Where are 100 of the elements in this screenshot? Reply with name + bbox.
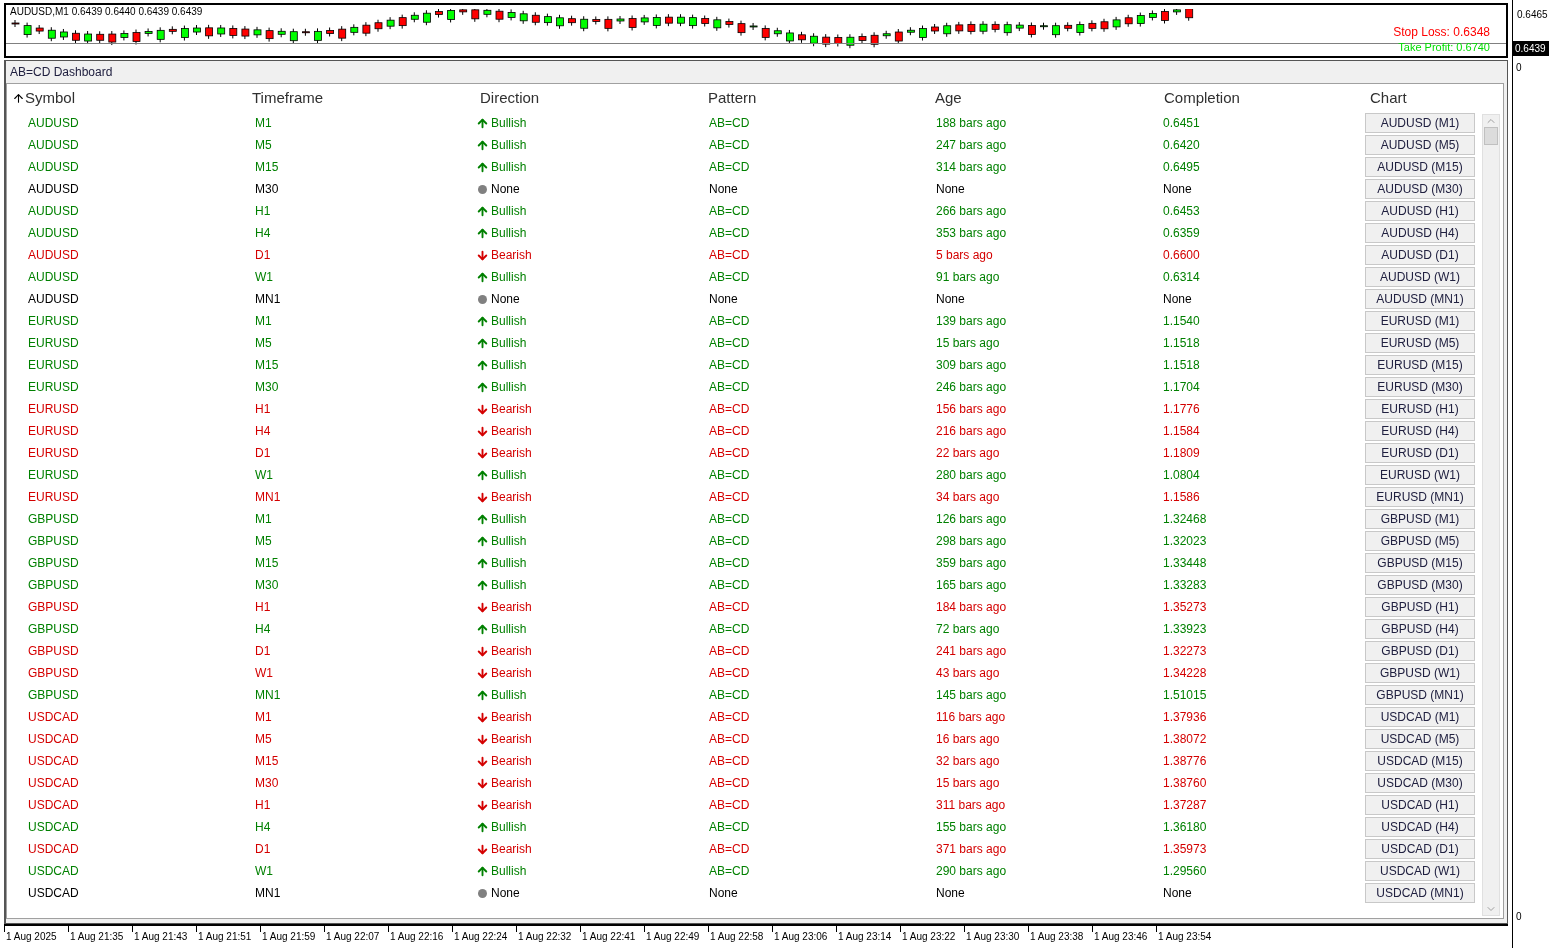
direction-cell-text: Bullish [491,225,527,242]
chart-button[interactable]: AUDUSD (MN1) [1365,289,1475,309]
chart-title: AUDUSD,M1 0.6439 0.6440 0.6439 0.6439 [10,6,203,18]
column-header[interactable]: Timeframe [252,86,324,110]
sort-arrow-icon [12,91,25,105]
time-label: 1 Aug 23:54 [1158,931,1212,943]
chart-button[interactable]: AUDUSD (W1) [1365,267,1475,287]
direction-cell-text: Bullish [491,159,527,176]
chart-button[interactable]: AUDUSD (D1) [1365,245,1475,265]
column-header[interactable]: Age [935,86,962,110]
pattern-cell-text: AB=CD [709,335,751,352]
completion-cell-text: 1.33448 [1163,555,1208,572]
time-label: 1 Aug 2025 [6,931,57,943]
chart-button[interactable]: AUDUSD (M5) [1365,135,1475,155]
direction-cell-text: Bullish [491,863,527,880]
chart-button[interactable]: EURUSD (M15) [1365,355,1475,375]
pattern-cell-text: AB=CD [709,247,751,264]
chart-button[interactable]: AUDUSD (M15) [1365,157,1475,177]
symbol-cell-text: USDCAD [28,885,80,902]
down-arrow-icon [476,666,489,680]
symbol-cell-text: AUDUSD [28,291,80,308]
column-header[interactable]: Direction [480,86,540,110]
up-arrow-icon [476,820,489,834]
down-arrow-icon [476,732,489,746]
up-arrow-icon [476,688,489,702]
column-header[interactable]: Chart [1370,86,1407,110]
column-header[interactable]: Completion [1164,86,1240,110]
chart-button[interactable]: USDCAD (H4) [1365,817,1475,837]
chart-button[interactable]: EURUSD (M30) [1365,377,1475,397]
age-cell-text: None [936,885,966,902]
chart-button[interactable]: USDCAD (H1) [1365,795,1475,815]
timeframe-cell-text: M30 [255,379,280,396]
chart-button[interactable]: GBPUSD (H1) [1365,597,1475,617]
column-header[interactable]: Pattern [708,86,757,110]
chart-button[interactable]: GBPUSD (D1) [1365,641,1475,661]
time-label: 1 Aug 21:43 [134,931,188,943]
pattern-cell-text: None [709,291,739,308]
down-arrow-icon [476,842,489,856]
timeframe-cell-text: M5 [255,335,273,352]
pattern-cell-text: AB=CD [709,665,751,682]
chart-button[interactable]: EURUSD (H1) [1365,399,1475,419]
chart-button[interactable]: EURUSD (H4) [1365,421,1475,441]
scroll-thumb[interactable] [1484,127,1498,145]
chart-button[interactable]: EURUSD (M1) [1365,311,1475,331]
down-arrow-icon [476,798,489,812]
age-cell-text: 247 bars ago [936,137,1008,154]
chart-button[interactable]: GBPUSD (M1) [1365,509,1475,529]
chart-button[interactable]: AUDUSD (H1) [1365,201,1475,221]
scrollbar[interactable] [1482,114,1500,916]
chart-button[interactable]: GBPUSD (M30) [1365,575,1475,595]
chart-button[interactable]: AUDUSD (M1) [1365,113,1475,133]
timeframe-cell-text: MN1 [255,489,282,506]
stop-loss-label: Stop Loss: 0.6348 [1393,25,1490,39]
column-header[interactable]: Symbol [25,86,76,110]
chart-button[interactable]: USDCAD (M15) [1365,751,1475,771]
chart-button[interactable]: GBPUSD (H4) [1365,619,1475,639]
chart-button[interactable]: USDCAD (M30) [1365,773,1475,793]
completion-cell-text: 1.1540 [1163,313,1201,330]
chart-button[interactable]: GBPUSD (M5) [1365,531,1475,551]
time-label: 1 Aug 22:32 [518,931,572,943]
age-cell-text: 43 bars ago [936,665,1001,682]
direction-cell-text: Bearish [491,643,532,660]
completion-cell-text: 1.1518 [1163,335,1201,352]
symbol-cell-text: GBPUSD [28,533,80,550]
up-arrow-icon [476,314,489,328]
pattern-cell-text: AB=CD [709,423,751,440]
symbol-cell-text: USDCAD [28,709,80,726]
chart-button[interactable]: GBPUSD (MN1) [1365,685,1475,705]
price-label: 0.6465 [1516,8,1549,22]
completion-cell-text: 1.0804 [1163,467,1201,484]
chart-button[interactable]: AUDUSD (H4) [1365,223,1475,243]
symbol-cell-text: GBPUSD [28,687,80,704]
completion-cell-text: 0.6600 [1163,247,1201,264]
age-cell-text: 165 bars ago [936,577,1008,594]
chart-button[interactable]: GBPUSD (M15) [1365,553,1475,573]
chart-button[interactable]: GBPUSD (W1) [1365,663,1475,683]
age-cell-text: 314 bars ago [936,159,1008,176]
chart-button[interactable]: USDCAD (MN1) [1365,883,1475,903]
age-cell-text: 139 bars ago [936,313,1008,330]
symbol-cell-text: EURUSD [28,335,80,352]
chart-button[interactable]: USDCAD (D1) [1365,839,1475,859]
chart-button[interactable]: USDCAD (W1) [1365,861,1475,881]
up-arrow-icon [476,270,489,284]
age-cell-text: 32 bars ago [936,753,1001,770]
symbol-cell-text: EURUSD [28,357,80,374]
pattern-cell-text: AB=CD [709,467,751,484]
chart-button[interactable]: EURUSD (W1) [1365,465,1475,485]
completion-cell-text: 1.37936 [1163,709,1208,726]
chart-button[interactable]: USDCAD (M5) [1365,729,1475,749]
completion-cell-text: None [1163,885,1193,902]
timeframe-cell-text: H4 [255,819,272,836]
chart-button[interactable]: EURUSD (M5) [1365,333,1475,353]
chart-button[interactable]: EURUSD (MN1) [1365,487,1475,507]
chart-button[interactable]: AUDUSD (M30) [1365,179,1475,199]
pattern-cell-text: None [709,181,739,198]
timeframe-cell-text: W1 [255,863,274,880]
chart-button[interactable]: USDCAD (M1) [1365,707,1475,727]
time-label: 1 Aug 23:14 [838,931,892,943]
chart-button[interactable]: EURUSD (D1) [1365,443,1475,463]
symbol-cell-text: GBPUSD [28,511,80,528]
